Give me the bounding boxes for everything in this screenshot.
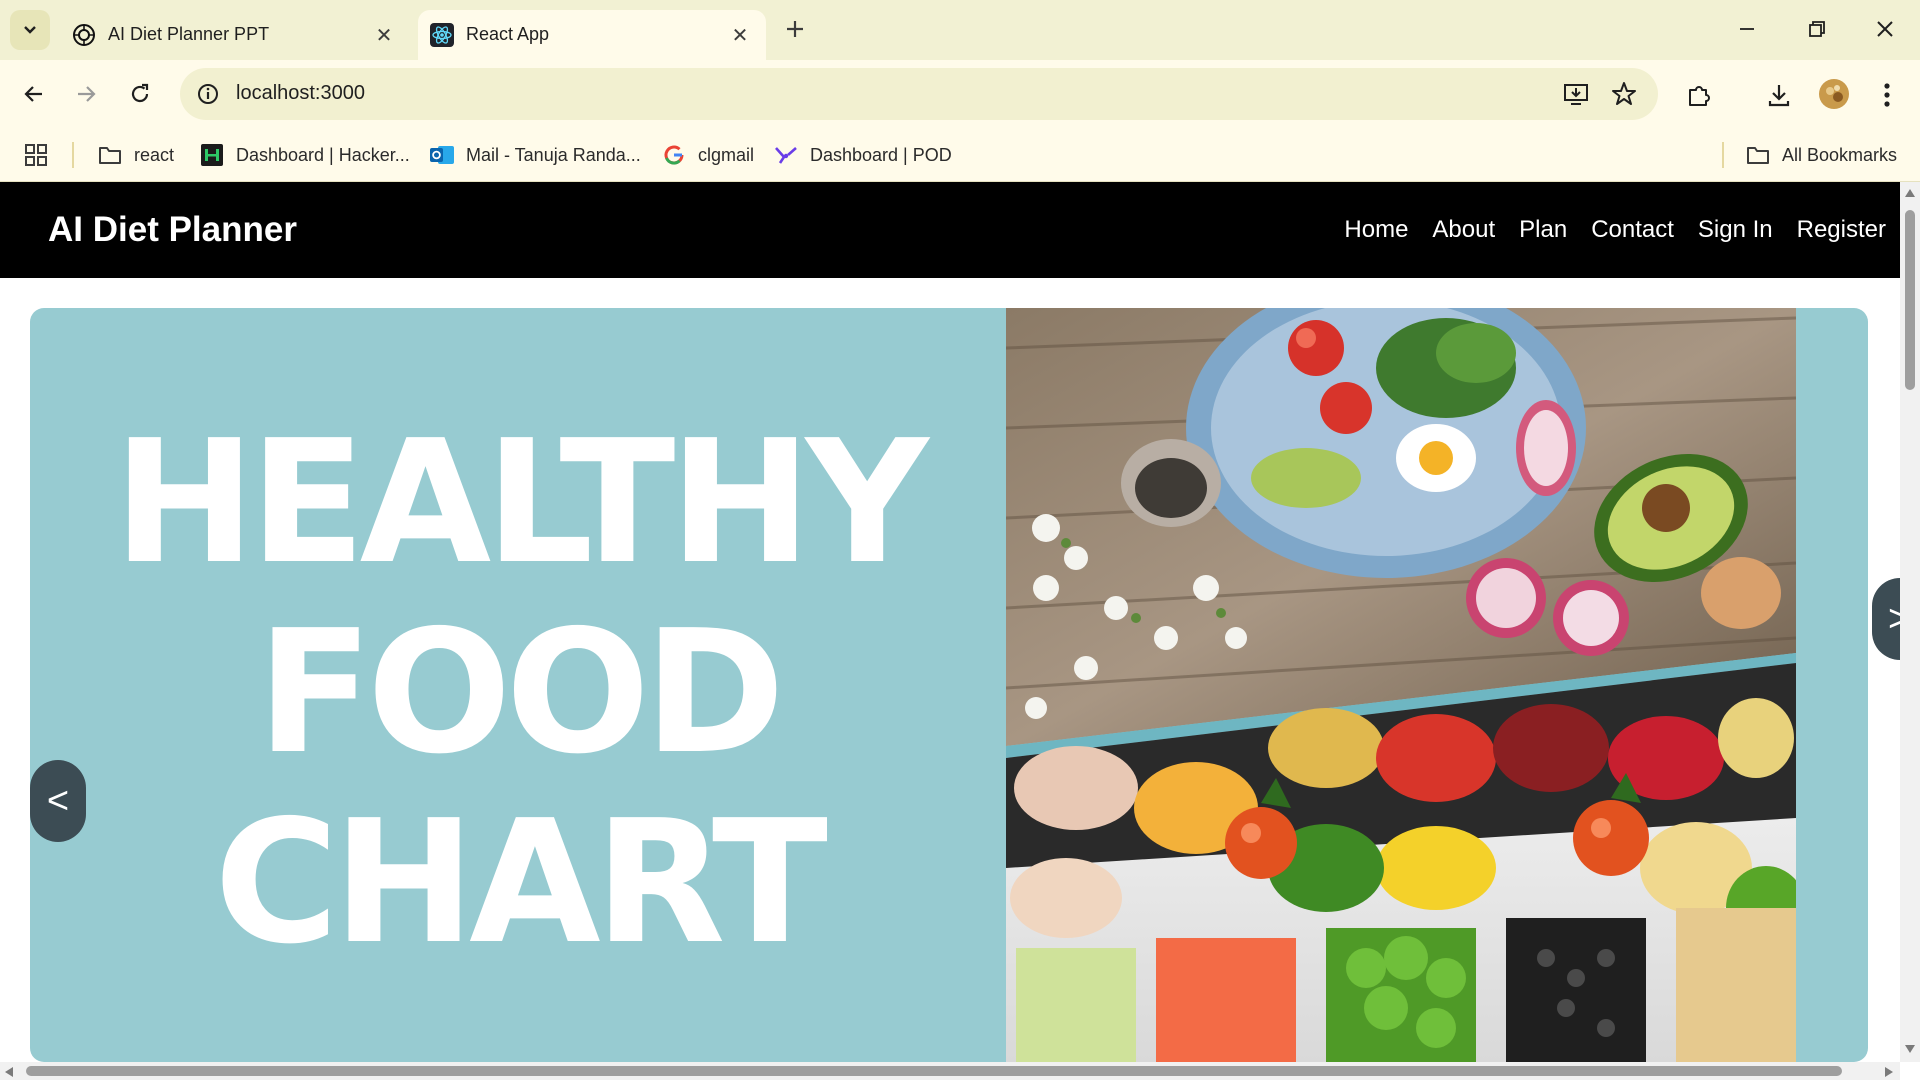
vertical-scrollbar[interactable] (1900, 182, 1920, 1062)
bookmark-label: Dashboard | POD (810, 144, 952, 165)
scroll-down-icon[interactable] (1904, 1044, 1916, 1054)
carousel-prev-button[interactable]: < (30, 760, 86, 842)
page-viewport: AI Diet Planner Home About Plan Contact … (0, 182, 1900, 1062)
more-vert-icon (1884, 83, 1890, 107)
download-icon (1768, 85, 1790, 107)
extensions-button[interactable] (1684, 80, 1714, 110)
bookmarks-separator (72, 142, 74, 168)
hero-headline: HEALTHY FOOD CHART (30, 408, 1006, 978)
puzzle-icon (1689, 86, 1710, 106)
nav-register[interactable]: Register (1797, 216, 1886, 244)
nav-contact[interactable]: Contact (1591, 216, 1674, 244)
new-tab-button[interactable] (780, 14, 810, 44)
arrow-right-icon (78, 86, 96, 102)
google-icon (662, 143, 686, 167)
bookmark-label: react (134, 144, 175, 165)
bookmarks-bar: react Dashboard | Hacker... Mail - Tanuj… (0, 130, 1920, 182)
nav-home[interactable]: Home (1344, 216, 1408, 244)
bookmark-outlook-mail[interactable]: Mail - Tanuja Randa... (430, 140, 641, 170)
install-app-icon[interactable] (1562, 80, 1590, 108)
site-brand[interactable]: AI Diet Planner (48, 210, 297, 250)
vertical-scroll-thumb[interactable] (1905, 210, 1915, 390)
bookmark-label: clgmail (698, 144, 755, 165)
restore-button[interactable] (1802, 14, 1832, 44)
site-info-icon[interactable] (192, 78, 224, 110)
site-navbar: AI Diet Planner Home About Plan Contact … (0, 182, 1900, 278)
outlook-icon (430, 143, 454, 167)
openai-icon (73, 24, 95, 46)
address-text[interactable]: localhost:3000 (236, 82, 365, 105)
scroll-left-icon[interactable] (4, 1066, 14, 1078)
close-icon[interactable]: ✕ (728, 23, 752, 47)
nav-sign-in[interactable]: Sign In (1698, 216, 1773, 244)
react-icon (430, 23, 454, 47)
plus-icon (787, 21, 803, 37)
horizontal-scroll-thumb[interactable] (26, 1066, 1842, 1076)
scroll-right-icon[interactable] (1884, 1066, 1894, 1078)
browser-menu-button[interactable] (1872, 80, 1902, 110)
scroll-up-icon[interactable] (1904, 188, 1916, 198)
horizontal-scrollbar[interactable] (0, 1062, 1900, 1080)
headline-line: FOOD (256, 594, 785, 792)
tab-react-app[interactable]: React App ✕ (418, 10, 766, 60)
forward-button[interactable] (66, 74, 106, 114)
healthy-food-photo (1006, 308, 1796, 1062)
reload-button[interactable] (120, 74, 160, 114)
apps-grid-icon (25, 144, 47, 166)
bookmark-star-icon[interactable] (1610, 80, 1638, 108)
all-bookmarks-label: All Bookmarks (1782, 144, 1898, 165)
apps-button[interactable] (24, 140, 48, 170)
minimize-icon (1740, 28, 1754, 30)
close-icon[interactable]: ✕ (372, 23, 396, 47)
close-window-button[interactable] (1870, 14, 1900, 44)
bookmark-react[interactable]: react (98, 140, 174, 170)
minimize-button[interactable] (1732, 14, 1762, 44)
close-icon (1877, 21, 1893, 37)
profile-avatar[interactable] (1818, 78, 1850, 110)
bookmark-pod-dashboard[interactable]: Dashboard | POD (774, 140, 952, 170)
site-nav-links: Home About Plan Contact Sign In Register (1344, 216, 1886, 244)
chevron-down-icon (24, 26, 36, 34)
bookmarks-separator (1722, 142, 1724, 168)
bookmark-label: Dashboard | Hacker... (236, 144, 410, 165)
tab-title: AI Diet Planner PPT (108, 24, 270, 44)
pod-icon (774, 143, 798, 167)
bookmark-clgmail[interactable]: clgmail (662, 140, 754, 170)
arrow-left-icon (24, 86, 42, 102)
hero-carousel: HEALTHY FOOD CHART (30, 308, 1868, 1062)
tab-strip: AI Diet Planner PPT ✕ React App ✕ (0, 0, 1920, 60)
nav-plan[interactable]: Plan (1519, 216, 1567, 244)
avatar-icon (1819, 79, 1849, 109)
headline-line: HEALTHY (113, 404, 929, 602)
bookmark-hackerrank[interactable]: Dashboard | Hacker... (200, 140, 410, 170)
tab-title: React App (466, 24, 550, 44)
nav-about[interactable]: About (1432, 216, 1495, 244)
address-bar[interactable]: localhost:3000 (180, 68, 1658, 120)
tab-search-button[interactable] (10, 10, 50, 50)
bookmark-label: Mail - Tanuja Randa... (466, 144, 641, 165)
restore-icon (1809, 21, 1825, 37)
folder-icon (1746, 143, 1770, 167)
folder-icon (98, 143, 122, 167)
tab-ai-diet-planner-ppt[interactable]: AI Diet Planner PPT ✕ (60, 10, 410, 60)
headline-line: CHART (214, 784, 828, 982)
browser-toolbar: localhost:3000 (0, 60, 1920, 170)
hackerrank-icon (200, 143, 224, 167)
downloads-button[interactable] (1764, 80, 1794, 110)
back-button[interactable] (14, 74, 54, 114)
reload-icon (131, 83, 149, 103)
all-bookmarks-button[interactable]: All Bookmarks (1746, 140, 1897, 170)
